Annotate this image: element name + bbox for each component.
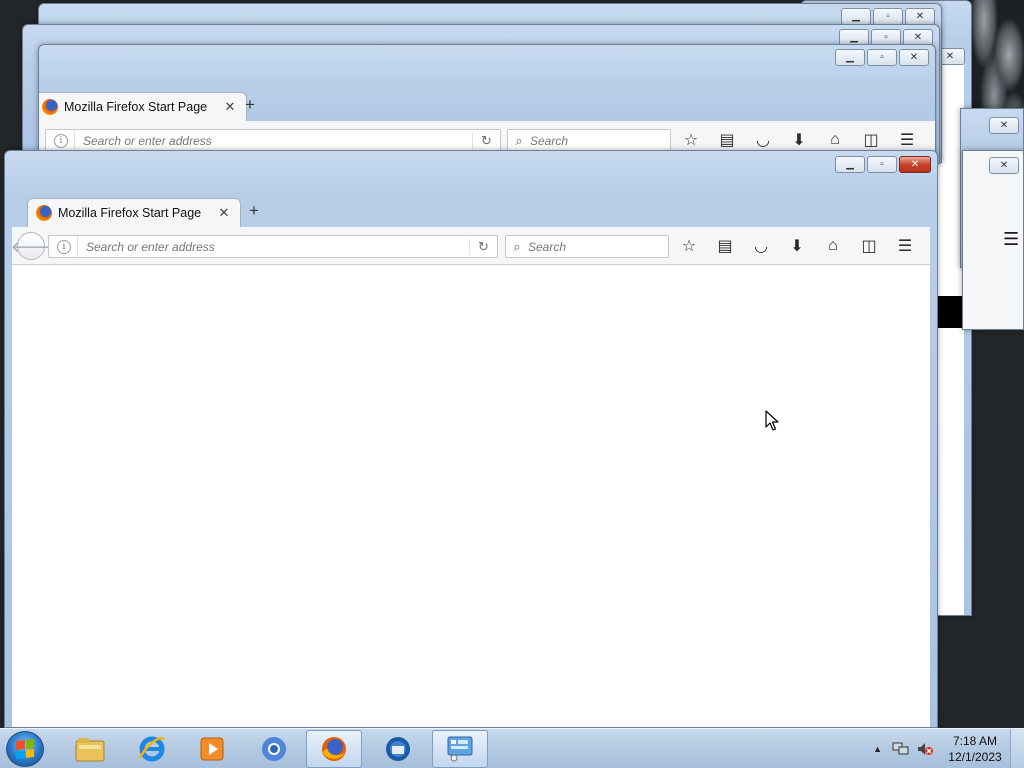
search-input[interactable]: Search [530,134,568,148]
close-button[interactable]: ✕ [905,8,935,25]
tab-title: Mozilla Firefox Start Page [58,206,202,220]
tab-strip: Mozilla Firefox Start Page ✕ + [39,91,935,121]
close-button[interactable]: ✕ [989,117,1019,134]
maximize-button[interactable]: ▫ [867,156,897,173]
tab-start-page[interactable]: Mozilla Firefox Start Page ✕ [27,198,241,227]
close-button[interactable]: ✕ [899,156,931,173]
search-input[interactable]: Search [528,240,566,254]
home-icon[interactable]: ⌂ [815,234,851,258]
info-icon[interactable]: i [57,239,71,254]
reading-list-icon[interactable]: ▤ [709,128,745,152]
menu-icon[interactable]: ☰ [963,229,1019,250]
taskbar-internet-explorer[interactable] [124,730,180,768]
clock-date: 12/1/2023 [948,750,1002,764]
toolbar-icons: ☆ ▤ ◡ ⬇ ⌂ ◫ ☰ [671,234,923,258]
taskbar-thunderbird[interactable] [370,730,426,768]
chromium-icon [262,737,286,761]
toolbar-icons: ☆ ▤ ◡ ⬇ ⌂ ◫ ☰ [673,128,925,152]
network-icon[interactable] [892,741,910,757]
search-icon: ⌕ [515,132,523,148]
firefox-favicon-icon [36,205,52,221]
close-button[interactable]: ✕ [899,49,929,66]
reload-icon[interactable]: ↻ [472,132,500,149]
search-icon: ⌕ [513,238,521,254]
firefox-window-back[interactable]: ▁ ▫ ✕ Mozilla Firefox Start Page ✕ + i S… [38,44,936,164]
menu-icon[interactable]: ☰ [887,234,923,258]
address-input[interactable]: Search or enter address [75,134,472,148]
mouse-cursor-icon [765,410,779,431]
tab-strip: Mozilla Firefox Start Page ✕ + [5,197,937,227]
minimize-button[interactable]: ▁ [835,49,865,66]
windows-logo-icon [16,739,34,759]
menu-icon[interactable]: ☰ [889,128,925,152]
page-content[interactable] [12,265,930,727]
thunderbird-icon [386,737,410,761]
navigation-bar: 🡐 i Search or enter address ↻ ⌕ Search ☆… [11,227,930,265]
firefox-window-main[interactable]: ▁ ▫ ✕ Mozilla Firefox Start Page ✕ + 🡐 i… [4,150,938,728]
reading-list-icon[interactable]: ▤ [707,234,743,258]
info-icon[interactable]: i [54,133,68,148]
tab-title: Mozilla Firefox Start Page [64,100,208,114]
bookmark-star-icon[interactable]: ☆ [671,234,707,258]
show-desktop-button[interactable] [1010,729,1024,768]
reload-icon[interactable]: ↻ [469,238,497,255]
tab-close-icon[interactable]: ✕ [216,205,232,221]
taskbar-firefox[interactable] [306,730,362,768]
back-arrow-icon: 🡐 [10,238,52,256]
download-icon[interactable]: ⬇ [781,128,817,152]
taskbar-media-player[interactable] [184,730,240,768]
minimize-button[interactable]: ▁ [841,8,871,25]
pocket-icon[interactable]: ◡ [745,128,781,152]
address-bar[interactable]: i Search or enter address ↻ [48,235,498,258]
show-hidden-icons-icon[interactable]: ▲ [873,744,882,754]
taskbar-chromium[interactable] [246,730,302,768]
pocket-icon[interactable]: ◡ [743,234,779,258]
control-panel-icon [447,736,473,762]
maximize-button[interactable]: ▫ [873,8,903,25]
maximize-button[interactable]: ▫ [867,49,897,66]
sidebar-icon[interactable]: ◫ [851,234,887,258]
background-window-right-3[interactable]: ✕ ☰ [962,150,1024,330]
taskbar-control-panel[interactable] [432,730,488,768]
tab-start-page[interactable]: Mozilla Firefox Start Page ✕ [39,92,247,121]
bookmark-star-icon[interactable]: ☆ [673,128,709,152]
search-bar[interactable]: ⌕ Search [505,235,669,258]
address-input[interactable]: Search or enter address [78,240,469,254]
tab-close-icon[interactable]: ✕ [222,99,238,115]
firefox-favicon-icon [42,99,58,115]
sidebar-icon[interactable]: ◫ [853,128,889,152]
close-button[interactable]: ✕ [989,157,1019,174]
media-player-icon [200,737,224,761]
search-bar[interactable]: ⌕ Search [507,129,671,152]
volume-muted-icon[interactable] [916,741,934,757]
minimize-button[interactable]: ▁ [835,156,865,173]
file-explorer-icon [75,738,105,762]
new-tab-button[interactable]: + [249,201,259,221]
start-button[interactable] [6,731,44,767]
home-icon[interactable]: ⌂ [817,128,853,152]
firefox-icon [322,737,346,761]
address-bar[interactable]: i Search or enter address ↻ [45,129,501,152]
back-button[interactable]: 🡐 [11,232,51,260]
internet-explorer-icon [138,736,165,762]
taskbar-file-explorer[interactable] [62,730,118,768]
clock-time: 7:18 AM [952,734,998,748]
system-tray: ▲ 7:18 AM 12/1/2023 [873,729,1024,768]
download-icon[interactable]: ⬇ [779,234,815,258]
taskbar: ▲ 7:18 AM 12/1/2023 [0,728,1024,768]
new-tab-button[interactable]: + [245,95,255,115]
clock[interactable]: 7:18 AM 12/1/2023 [940,733,1010,765]
